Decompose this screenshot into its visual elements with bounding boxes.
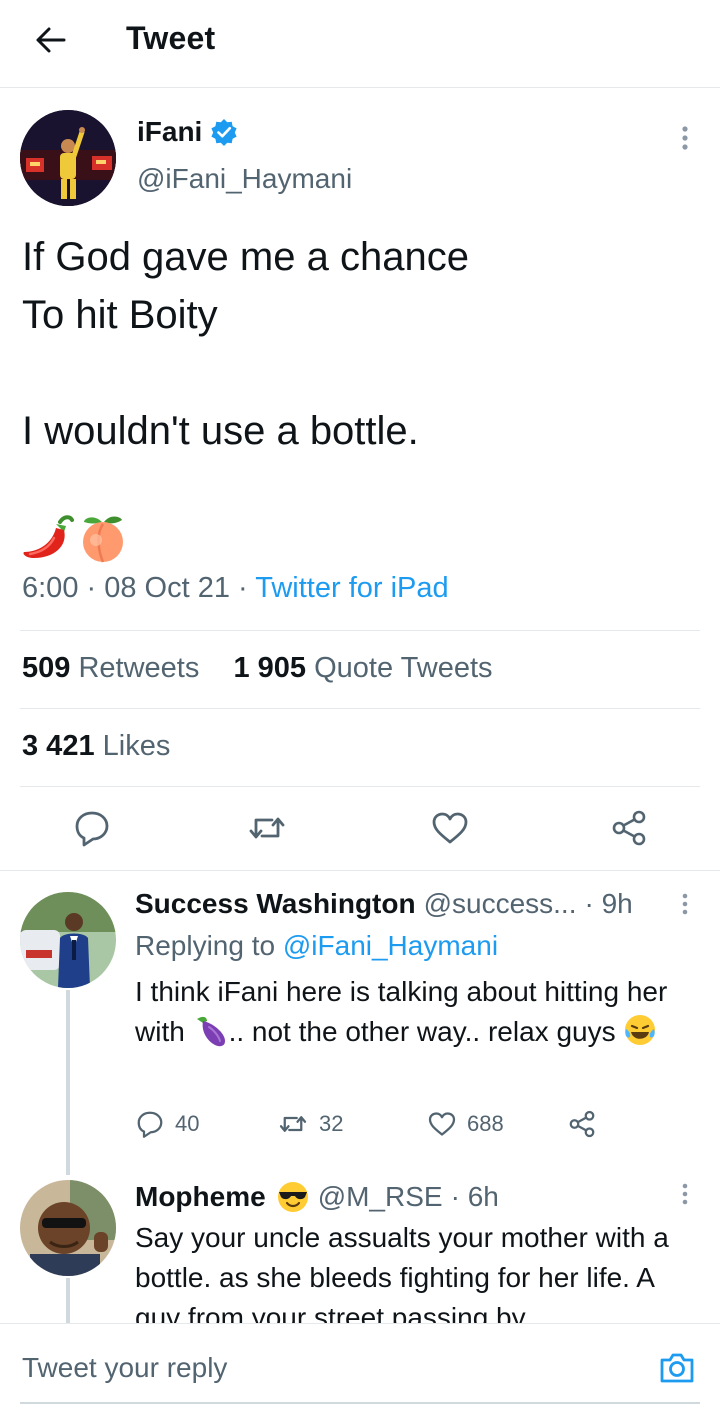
replying-to-label: Replying to [135,930,276,961]
reply-header: Mopheme @M_RSE · 6h [135,1180,499,1214]
tears-of-joy-emoji [625,1015,656,1045]
reply-author-name[interactable]: Success Washington [135,888,416,920]
retweet-button[interactable]: 32 [277,1109,427,1139]
tweet-action-bar [0,800,720,860]
reply-author-handle[interactable]: @M_RSE [318,1181,443,1213]
more-vertical-icon [682,893,688,915]
reply-text-part: .. not the other way.. relax guys [228,1016,616,1047]
page-title: Tweet [126,20,216,56]
reply-button[interactable] [72,808,112,848]
reply-text: I think iFani here is talking about hitt… [135,972,700,1052]
reply-header: Success Washington @success... · 9h [135,888,633,920]
arrow-left-icon [36,27,66,53]
share-icon [612,810,646,846]
tweet-emojis [20,512,130,564]
more-options-button[interactable] [672,124,698,154]
heart-icon [428,1112,456,1136]
divider [20,630,700,631]
reply-icon [75,811,109,847]
retweet-count: 32 [319,1111,344,1136]
tweet-source-link[interactable]: Twitter for iPad [255,572,448,604]
separator-dot: · [86,572,105,604]
thread-connector [66,1278,70,1328]
reply-age: · 9h [584,888,633,919]
sunglasses-emoji [277,1182,308,1212]
author-name-text: iFani [137,116,203,147]
reply-author-handle[interactable]: @success... [424,888,577,920]
tweet-time: 6:00 [22,572,79,604]
thread-connector [66,990,70,1175]
reply-text: Say your uncle assualts your mother with… [135,1222,669,1333]
tweet-date: 08 Oct 21 [104,572,230,604]
reply-author-name[interactable]: Mopheme [135,1181,266,1213]
author-name[interactable]: iFani [137,116,238,148]
camera-button[interactable] [658,1348,696,1386]
reply-avatar[interactable] [20,892,116,988]
replying-to: Replying to @iFani_Haymani [135,930,498,962]
retweets-stat[interactable]: 509 Retweets [22,652,199,684]
top-bar: Tweet [0,0,720,88]
author-handle[interactable]: @iFani_Haymani [137,163,352,195]
divider [20,786,700,787]
replying-to-link[interactable]: @iFani_Haymani [283,930,498,961]
likes-stat[interactable]: 3 421 Likes [22,730,170,763]
camera-icon [660,1353,694,1383]
reply-avatar[interactable] [20,1180,116,1276]
share-icon [569,1110,595,1138]
reply-composer-bar: Tweet your reply [0,1323,720,1405]
reply-more-button[interactable] [674,892,696,920]
peach-emoji [83,516,123,563]
author-avatar[interactable] [20,110,116,206]
reply-count: 40 [175,1111,200,1136]
verified-badge-icon [211,119,237,146]
eggplant-emoji [196,1016,225,1047]
more-vertical-icon [682,1183,688,1205]
divider [0,870,720,871]
divider [20,708,700,709]
retweet-icon [279,1116,307,1132]
reply-button[interactable]: 40 [135,1109,277,1139]
share-button[interactable] [567,1109,597,1139]
like-button[interactable] [430,808,470,848]
retweet-icon [249,817,285,839]
input-underline [20,1402,700,1404]
back-button[interactable] [28,20,72,60]
reply-action-bar: 40 32 688 [135,1104,597,1144]
heart-icon [432,812,468,844]
share-button[interactable] [609,808,649,848]
reply-age: · 6h [450,1181,499,1212]
like-count: 688 [467,1111,504,1136]
more-vertical-icon [682,126,688,150]
hot-pepper-emoji [23,515,74,558]
reply-more-button[interactable] [674,1182,696,1210]
tweet-stats-row: 509 Retweets 1 905 Quote Tweets [22,652,493,685]
like-button[interactable]: 688 [427,1109,567,1139]
reply-icon [137,1111,163,1138]
reply-input[interactable]: Tweet your reply [22,1352,227,1384]
separator-dot: · [238,572,256,604]
retweet-button[interactable] [247,808,287,848]
tweet-timestamp: 6:00 · 08 Oct 21 · Twitter for iPad [22,572,449,605]
quote-tweets-stat[interactable]: 1 905 Quote Tweets [233,652,492,684]
tweet-text: If God gave me a chance To hit Boity I w… [22,235,469,453]
